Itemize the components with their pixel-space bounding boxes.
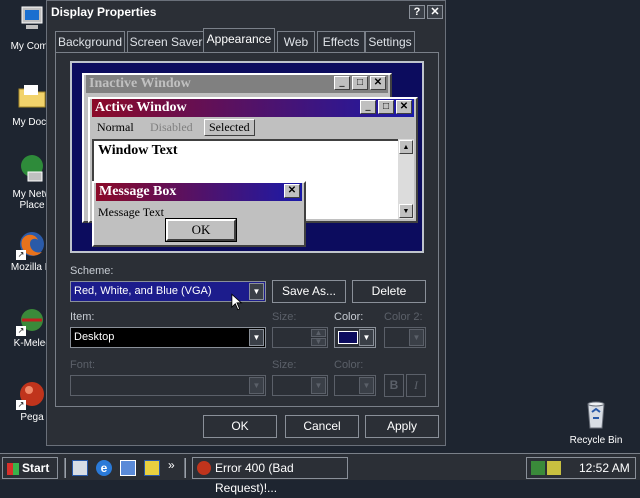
color-swatch: [338, 331, 358, 344]
dialog-title-bar[interactable]: Display Properties ? ✕: [47, 1, 445, 23]
scheme-label: Scheme:: [70, 265, 114, 277]
font-size-label: Size:: [272, 359, 297, 371]
network-icon: [21, 155, 43, 182]
apply-button[interactable]: Apply: [365, 415, 439, 438]
shortcut-arrow-icon: ↗: [16, 326, 26, 336]
menu-disabled: Disabled: [150, 120, 193, 134]
maximize-icon: □: [378, 100, 394, 114]
mouse-cursor-icon: [231, 293, 243, 311]
clock[interactable]: 12:52 AM: [579, 458, 630, 478]
item-label: Item:: [70, 311, 95, 323]
menu-selected: Selected: [204, 119, 255, 136]
network-tray-icon[interactable]: [531, 461, 545, 475]
font-label: Font:: [70, 359, 96, 371]
scheme-value: Red, White, and Blue (VGA): [74, 285, 212, 297]
chevron-down-icon: ▼: [359, 377, 374, 394]
delete-button[interactable]: Delete: [352, 280, 426, 303]
quick-launch-divider: [64, 458, 66, 478]
minimize-icon: _: [334, 76, 350, 90]
inactive-window-caption: Inactive Window _ □ ✕: [86, 75, 388, 93]
sound-tray-icon[interactable]: [547, 461, 561, 475]
item-size-spinner: ▲ ▼: [272, 327, 328, 348]
tab-appearance[interactable]: Appearance: [203, 28, 275, 53]
italic-button: I: [406, 374, 426, 397]
active-window-caption: Active Window _ □ ✕: [92, 99, 414, 117]
close-icon: ✕: [284, 184, 300, 198]
scroll-down-icon: ▼: [399, 204, 413, 218]
shortcut-arrow-icon: ↗: [16, 250, 26, 260]
chevron-down-icon[interactable]: ▼: [359, 329, 374, 346]
tab-background[interactable]: Background: [55, 31, 125, 52]
ok-button[interactable]: OK: [203, 415, 277, 438]
chevron-down-icon[interactable]: ▼: [249, 329, 264, 346]
recycle-bin-icon: [587, 401, 605, 429]
outlook-icon[interactable]: [120, 460, 136, 476]
channels-icon[interactable]: [144, 460, 160, 476]
menu-normal: Normal: [97, 120, 134, 134]
font-size-dropdown: ▼: [272, 375, 328, 396]
save-as-button[interactable]: Save As...: [272, 280, 346, 303]
appearance-panel: Inactive Window _ □ ✕ Active Window _ □ …: [55, 52, 439, 407]
task-divider: [184, 458, 186, 478]
start-label: Start: [22, 461, 50, 475]
computer-icon: [21, 6, 43, 29]
preview-ok-button: OK: [165, 218, 237, 242]
window-text: Window Text: [98, 143, 178, 158]
preview-message-box: Message Box ✕ Message Text OK: [92, 181, 306, 247]
shortcut-arrow-icon: ↗: [16, 400, 26, 410]
desktop-icon-label: Recycle Bin: [569, 435, 623, 446]
show-desktop-icon[interactable]: [72, 460, 88, 476]
cancel-button[interactable]: Cancel: [285, 415, 359, 438]
display-properties-dialog: Display Properties ? ✕ Background Screen…: [46, 0, 446, 446]
quick-launch-chevron[interactable]: »: [168, 458, 175, 472]
appearance-preview[interactable]: Inactive Window _ □ ✕ Active Window _ □ …: [70, 61, 424, 253]
item-dropdown[interactable]: Desktop ▼: [70, 327, 266, 348]
tab-effects[interactable]: Effects: [317, 31, 365, 52]
chevron-down-icon: ▼: [409, 329, 424, 346]
desktop-icon-recycle-bin[interactable]: Recycle Bin: [566, 398, 626, 446]
tab-settings[interactable]: Settings: [365, 31, 415, 52]
spinner-icon: ▼: [311, 338, 326, 346]
inactive-window-title: Inactive Window: [89, 76, 191, 91]
size-label: Size:: [272, 311, 297, 323]
bold-button: B: [384, 374, 404, 397]
preview-scrollbar: ▲ ▼: [398, 139, 414, 219]
close-icon: ✕: [370, 76, 386, 90]
spinner-icon: ▲: [311, 329, 326, 337]
folder-icon: [18, 85, 46, 108]
taskbar-item-error-400[interactable]: Error 400 (Bad Request)!...: [192, 457, 348, 495]
taskbar: Start e » Error 400 (Bad Request)!... 12…: [0, 453, 640, 495]
scroll-up-icon: ▲: [399, 140, 413, 154]
message-box-caption: Message Box ✕: [96, 183, 302, 201]
preview-menu-bar: Normal Disabled Selected: [92, 119, 414, 137]
message-text: Message Text: [98, 205, 164, 219]
font-color-label: Color:: [334, 359, 364, 371]
help-button[interactable]: ?: [409, 5, 425, 19]
taskbar-item-label: Error 400 (Bad Request)!...: [215, 461, 294, 495]
tab-screen-saver[interactable]: Screen Saver: [127, 31, 205, 52]
item-color-picker[interactable]: ▼: [334, 327, 376, 348]
active-window-title: Active Window: [95, 100, 187, 115]
color-label: Color:: [334, 311, 364, 323]
dialog-title: Display Properties: [51, 5, 157, 19]
start-button[interactable]: Start: [2, 457, 58, 479]
browser-icon: [197, 461, 211, 475]
close-icon: ✕: [396, 100, 412, 114]
maximize-icon: □: [352, 76, 368, 90]
chevron-down-icon: ▼: [249, 377, 264, 394]
message-box-title: Message Box: [99, 184, 177, 199]
system-tray: 12:52 AM: [526, 457, 636, 479]
font-color-picker: ▼: [334, 375, 376, 396]
close-button[interactable]: ✕: [427, 5, 443, 19]
minimize-icon: _: [360, 100, 376, 114]
chevron-down-icon: ▼: [311, 377, 326, 394]
item-value: Desktop: [74, 331, 115, 343]
color2-label: Color 2:: [384, 311, 423, 323]
tab-web[interactable]: Web: [277, 31, 315, 52]
windows-logo-icon: [7, 462, 19, 475]
item-color2-picker: ▼: [384, 327, 426, 348]
font-dropdown: ▼: [70, 375, 266, 396]
ie-icon[interactable]: e: [96, 460, 112, 476]
chevron-down-icon[interactable]: ▼: [249, 283, 264, 300]
